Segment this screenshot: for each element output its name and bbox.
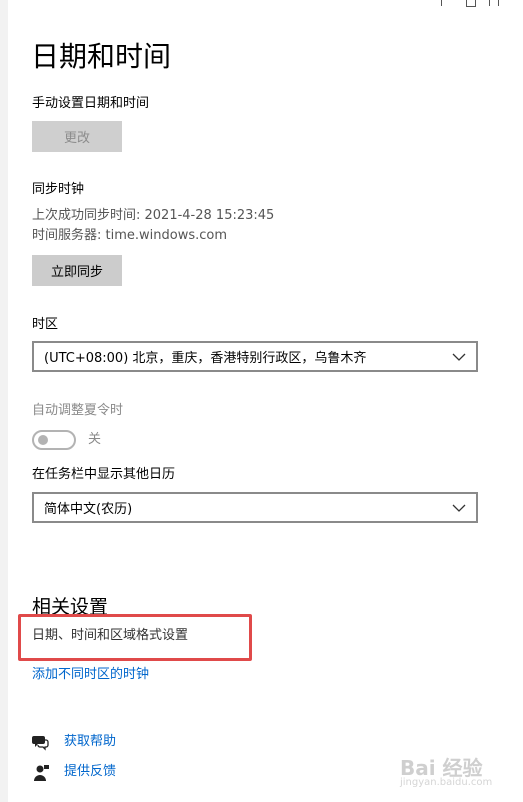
calendar-value: 简体中文(农历) — [44, 502, 133, 517]
calendar-select[interactable]: 简体中文(农历) — [32, 492, 478, 523]
baidu-watermark: Bai 经验 jingyan.baidu.com — [400, 752, 492, 788]
timezone-select[interactable]: (UTC+08:00) 北京，重庆，香港特别行政区，乌鲁木齐 — [32, 341, 478, 372]
add-clocks-link[interactable]: 添加不同时区的时钟 — [32, 665, 149, 685]
close-button[interactable] — [489, 0, 499, 6]
time-server-text: 时间服务器: time.windows.com — [32, 228, 228, 243]
calendar-label: 在任务栏中显示其他日历 — [32, 467, 176, 482]
chevron-down-icon — [452, 504, 466, 512]
get-help-link[interactable]: 获取帮助 — [64, 732, 116, 752]
timezone-label: 时区 — [32, 317, 59, 332]
chevron-down-icon — [452, 353, 466, 361]
help-icon — [32, 736, 49, 751]
window-left-border — [0, 0, 8, 802]
minimize-button[interactable] — [441, 0, 442, 6]
dst-state-text: 关 — [88, 432, 102, 447]
last-sync-text: 上次成功同步时间: 2021-4-28 15:23:45 — [32, 208, 275, 223]
dst-toggle[interactable] — [32, 430, 76, 450]
sync-now-button[interactable]: 立即同步 — [32, 255, 122, 286]
change-time-button[interactable]: 更改 — [32, 121, 122, 152]
watermark-sub: jingyan.baidu.com — [400, 777, 493, 788]
maximize-button[interactable] — [466, 0, 476, 7]
timezone-value: (UTC+08:00) 北京，重庆，香港特别行政区，乌鲁木齐 — [44, 351, 367, 366]
page-title: 日期和时间 — [31, 40, 172, 73]
toggle-knob — [38, 435, 48, 445]
dst-label: 自动调整夏令时 — [32, 403, 124, 418]
region-format-link[interactable]: 日期、时间和区域格式设置 — [32, 626, 188, 646]
feedback-link[interactable]: 提供反馈 — [64, 762, 116, 782]
set-time-manually-label: 手动设置日期和时间 — [32, 96, 150, 111]
sync-clock-label: 同步时钟 — [32, 182, 85, 197]
feedback-icon — [34, 765, 49, 781]
